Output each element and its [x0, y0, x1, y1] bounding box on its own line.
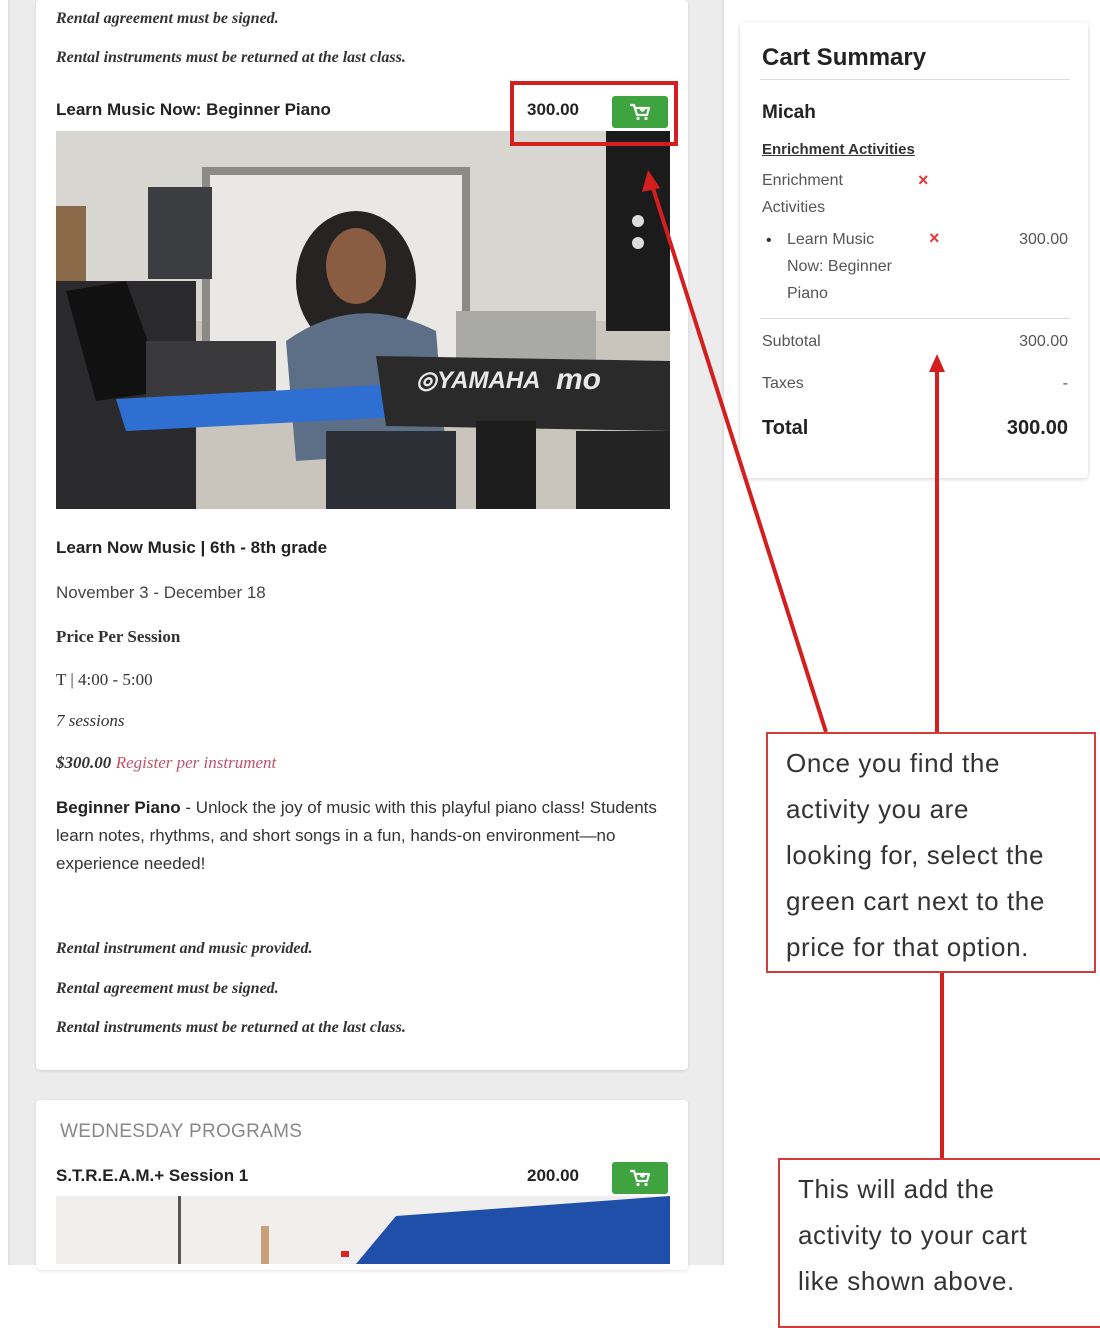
callout-1-line: price for that option.	[786, 932, 1029, 962]
callout-2-line: activity to your cart	[798, 1220, 1028, 1250]
arrowhead-cart	[642, 170, 660, 192]
callout-1-line: looking for, select the	[786, 840, 1045, 870]
callout-1-line: Once you find the	[786, 748, 1000, 778]
instruction-callout-2: This will add the activity to your cart …	[778, 1158, 1100, 1328]
callout-2-line: like shown above.	[798, 1266, 1015, 1296]
annotation-arrows	[642, 170, 945, 1158]
arrow-to-cart	[650, 184, 828, 733]
callout-1-line: green cart next to the	[786, 886, 1045, 916]
callout-2-line: This will add the	[798, 1174, 995, 1204]
callout-1-line: activity you are	[786, 794, 970, 824]
arrowhead-summary	[929, 354, 945, 372]
instruction-callout-1: Once you find the activity you are looki…	[766, 732, 1096, 973]
